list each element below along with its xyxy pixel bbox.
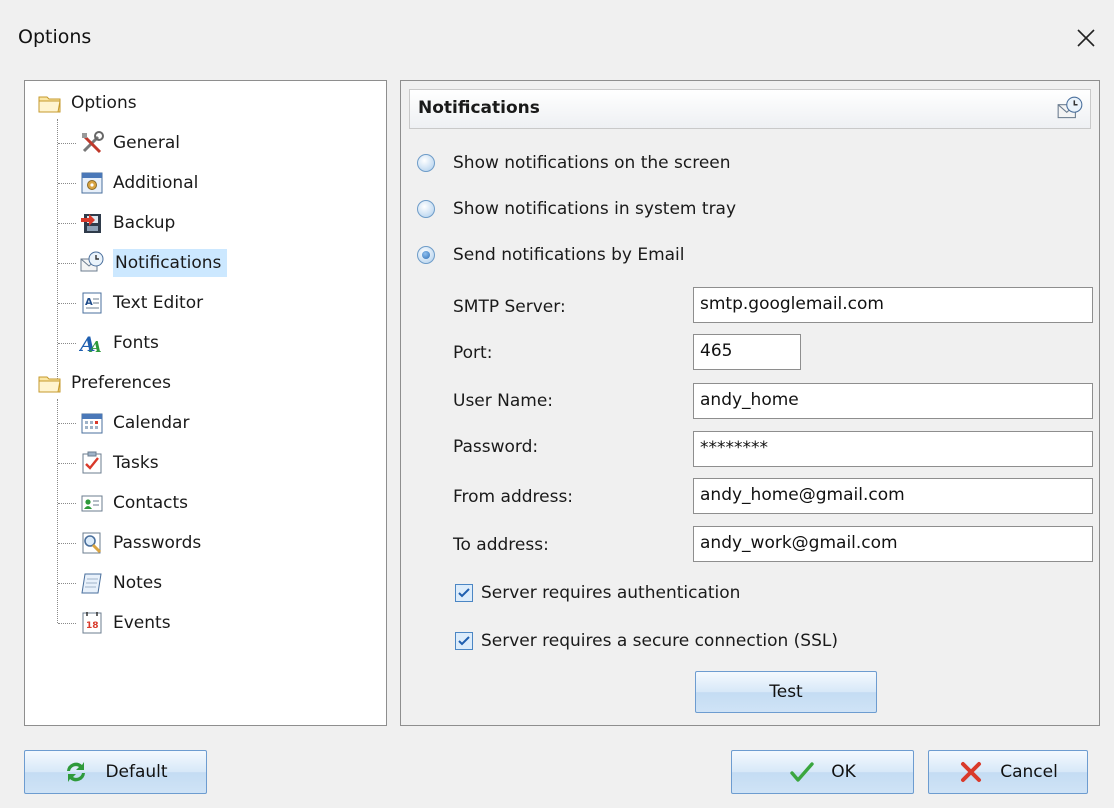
window-title: Options	[18, 26, 92, 48]
radio-button[interactable]	[417, 200, 435, 218]
backup-icon	[81, 214, 101, 233]
tree-item-backup[interactable]: Backup	[79, 206, 179, 240]
tree-item-tasks[interactable]: Tasks	[79, 446, 163, 480]
radio-button[interactable]	[417, 154, 435, 172]
radio-show-on-screen[interactable]: Show notifications on the screen	[417, 149, 731, 177]
test-button-label: Test	[769, 682, 803, 702]
settings-panel-icon	[81, 172, 103, 194]
folder-icon	[38, 96, 61, 113]
tree-guide-line	[57, 399, 58, 623]
checkmark-icon	[458, 636, 470, 646]
contacts-icon	[81, 495, 103, 512]
port-input[interactable]: 465	[693, 334, 801, 370]
smtp-server-label: SMTP Server:	[453, 297, 566, 317]
notifications-icon	[1057, 96, 1083, 119]
from-address-input[interactable]: andy_home@gmail.com	[693, 478, 1093, 514]
text-editor-icon: A	[82, 292, 102, 314]
radio-label: Show notifications in system tray	[453, 199, 737, 219]
tree-item-contacts[interactable]: Contacts	[79, 486, 192, 520]
tree-item-label: Notes	[113, 573, 163, 593]
checkmark-icon	[458, 588, 470, 598]
password-label: Password:	[453, 437, 539, 457]
refresh-icon	[67, 762, 86, 782]
radio-label: Send notifications by Email	[453, 245, 685, 265]
tree-item-label: Additional	[113, 173, 199, 193]
svg-text:A: A	[85, 297, 93, 308]
test-button[interactable]: Test	[695, 671, 877, 713]
radio-system-tray[interactable]: Show notifications in system tray	[417, 195, 736, 223]
user-name-input[interactable]: andy_home	[693, 383, 1093, 419]
tree-item-label: Fonts	[113, 333, 159, 353]
default-button[interactable]: Default	[24, 750, 207, 794]
tree-group-preferences[interactable]: Preferences	[37, 366, 175, 400]
ok-button[interactable]: OK	[731, 750, 914, 794]
radio-label: Show notifications on the screen	[453, 153, 731, 173]
tools-icon	[81, 131, 104, 154]
tree-item-notifications[interactable]: Notifications	[79, 246, 228, 280]
user-name-label: User Name:	[453, 391, 554, 411]
tree-item-label: Text Editor	[113, 293, 204, 313]
svg-text:18: 18	[86, 621, 99, 631]
tree-item-calendar[interactable]: Calendar	[79, 406, 193, 440]
tree-item-label: Calendar	[113, 413, 190, 433]
to-address-input[interactable]: andy_work@gmail.com	[693, 526, 1093, 562]
svg-text:A: A	[88, 338, 102, 356]
checkbox-label: Server requires authentication	[481, 583, 741, 603]
tasks-icon	[82, 451, 102, 474]
checkbox-require-auth[interactable]: Server requires authentication	[455, 579, 740, 607]
checkbox[interactable]	[455, 584, 473, 602]
title-bar: Options	[0, 0, 1114, 80]
tree-group-label: Options	[71, 93, 137, 113]
tree-item-passwords[interactable]: Passwords	[79, 526, 205, 560]
checkbox[interactable]	[455, 632, 473, 650]
tree-item-additional[interactable]: Additional	[79, 166, 202, 200]
from-address-label: From address:	[453, 487, 574, 507]
tree-group-label: Preferences	[71, 373, 171, 393]
events-icon: 18	[82, 612, 102, 634]
cancel-button-label: Cancel	[1000, 762, 1058, 782]
tree-item-label: Backup	[113, 213, 176, 233]
tree-item-text-editor[interactable]: A Text Editor	[79, 286, 207, 320]
to-address-label: To address:	[453, 535, 549, 555]
tree-item-events[interactable]: 18 Events	[79, 606, 175, 640]
checkmark-icon	[790, 762, 814, 782]
port-label: Port:	[453, 343, 493, 363]
fonts-icon: A A	[79, 332, 102, 356]
smtp-server-input[interactable]: smtp.googlemail.com	[693, 287, 1093, 323]
passwords-icon	[82, 532, 102, 554]
notes-icon	[81, 573, 102, 594]
tree-item-label: Events	[113, 613, 171, 633]
tree-group-options[interactable]: Options	[37, 86, 141, 120]
password-input[interactable]: ********	[693, 431, 1093, 467]
tree-item-label: General	[113, 133, 180, 153]
folder-icon	[38, 376, 61, 393]
section-title: Notifications	[418, 98, 540, 118]
tree-item-label: Passwords	[113, 533, 202, 553]
tree-item-general[interactable]: General	[79, 126, 184, 160]
cancel-button[interactable]: Cancel	[928, 750, 1088, 794]
tree-item-label: Notifications	[113, 249, 228, 277]
tree-item-fonts[interactable]: A A Fonts	[79, 326, 163, 360]
radio-button-selected[interactable]	[417, 246, 435, 264]
radio-send-by-email[interactable]: Send notifications by Email	[417, 241, 685, 269]
notifications-panel: Notifications Show notifications on the …	[400, 80, 1100, 726]
tree-item-label: Contacts	[113, 493, 188, 513]
tree-item-label: Tasks	[113, 453, 159, 473]
close-icon[interactable]	[1066, 18, 1106, 58]
calendar-icon	[81, 413, 103, 434]
cross-icon	[961, 762, 982, 782]
section-header: Notifications	[409, 89, 1091, 129]
tree-item-notes[interactable]: Notes	[79, 566, 166, 600]
default-button-label: Default	[105, 762, 168, 782]
checkbox-require-ssl[interactable]: Server requires a secure connection (SSL…	[455, 627, 838, 655]
options-tree: Options General Additional Backup Notifi…	[24, 80, 387, 726]
checkbox-label: Server requires a secure connection (SSL…	[481, 631, 838, 651]
ok-button-label: OK	[831, 762, 856, 782]
notifications-icon	[80, 251, 104, 272]
